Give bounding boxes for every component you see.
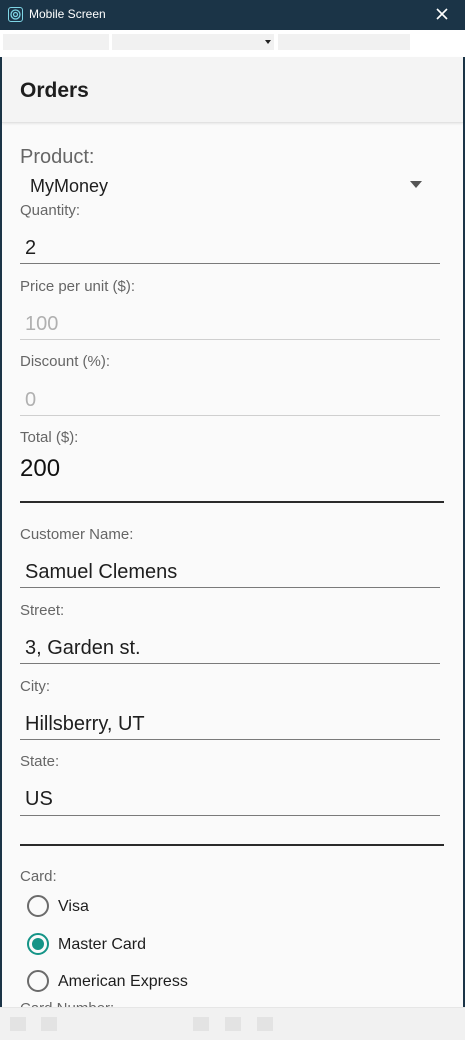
toolbar-button[interactable] — [41, 1017, 57, 1031]
discount-input: 0 — [25, 389, 37, 411]
price-input: 100 — [25, 313, 59, 335]
toolbar-field[interactable] — [3, 34, 109, 50]
bottom-toolbar — [0, 1007, 465, 1040]
product-label: Product: — [20, 146, 95, 168]
dropdown-arrow-icon[interactable] — [410, 181, 422, 188]
street-underline — [20, 663, 440, 664]
window-titlebar: Mobile Screen — [0, 0, 465, 30]
toolbar-field[interactable] — [278, 34, 410, 50]
close-icon[interactable] — [434, 6, 450, 22]
street-input[interactable]: 3, Garden st. — [25, 637, 141, 660]
window-title: Mobile Screen — [29, 7, 106, 21]
product-picker[interactable]: MyMoney — [30, 176, 108, 197]
device-toolbar — [0, 30, 465, 57]
page-title: Orders — [20, 79, 89, 102]
radio-visa[interactable] — [27, 895, 49, 917]
toolbar-button[interactable] — [10, 1017, 26, 1031]
radio-master-card[interactable] — [27, 933, 49, 955]
toolbar-button[interactable] — [193, 1017, 209, 1031]
city-underline — [20, 739, 440, 740]
device-select[interactable] — [112, 34, 274, 50]
app-bar: Orders — [2, 57, 463, 123]
section-divider — [20, 501, 444, 503]
city-label: City: — [20, 678, 50, 695]
total-value: 200 — [20, 455, 61, 482]
toolbar-button[interactable] — [257, 1017, 273, 1031]
city-input[interactable]: Hillsberry, UT — [25, 713, 145, 736]
radio-master-card-label[interactable]: Master Card — [58, 936, 146, 954]
street-label: Street: — [20, 602, 65, 619]
state-underline — [20, 815, 440, 816]
radio-visa-label[interactable]: Visa — [58, 898, 89, 916]
window-border — [0, 57, 2, 1007]
app-icon — [8, 7, 23, 22]
state-label: State: — [20, 753, 60, 770]
radio-american-express-label[interactable]: American Express — [58, 973, 188, 991]
price-label: Price per unit ($): — [20, 278, 136, 295]
price-underline — [20, 339, 440, 340]
card-label: Card: — [20, 868, 57, 885]
customer-name-input[interactable]: Samuel Clemens — [25, 561, 177, 584]
customer-name-underline — [20, 587, 440, 588]
quantity-underline — [20, 263, 440, 264]
section-divider — [20, 844, 444, 846]
total-label: Total ($): — [20, 429, 79, 446]
customer-name-label: Customer Name: — [20, 526, 134, 543]
state-input[interactable]: US — [25, 788, 53, 811]
discount-label: Discount (%): — [20, 353, 111, 370]
quantity-label: Quantity: — [20, 202, 81, 219]
chevron-down-icon — [265, 40, 271, 44]
radio-american-express[interactable] — [27, 970, 49, 992]
discount-underline — [20, 415, 440, 416]
toolbar-button[interactable] — [225, 1017, 241, 1031]
quantity-input[interactable]: 2 — [25, 237, 36, 260]
